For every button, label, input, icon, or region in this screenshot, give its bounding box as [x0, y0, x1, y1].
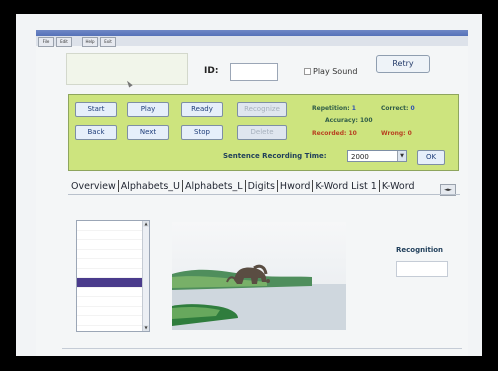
accuracy-value: 100 — [360, 117, 373, 124]
list-item[interactable] — [77, 288, 149, 297]
control-panel: Start Play Ready Recognize Back Next Sto… — [68, 94, 459, 171]
tab-hword[interactable]: Hword — [279, 181, 312, 192]
tab-overview[interactable]: Overview — [70, 181, 117, 192]
ok-button[interactable]: OK — [417, 150, 445, 165]
sentence-recording-time-select[interactable]: 2000 ▼ — [347, 150, 407, 162]
tab-digits[interactable]: Digits — [247, 181, 276, 192]
accuracy-stat: Accuracy: 100 — [325, 117, 373, 124]
tab-k-word[interactable]: K-Word — [381, 181, 416, 192]
tab-alphabets-l[interactable]: Alphabets_L — [184, 181, 244, 192]
tab-divider — [117, 180, 119, 192]
recorded-stat: Recorded: 10 — [312, 130, 357, 137]
play-sound-label: Play Sound — [313, 67, 358, 76]
list-item[interactable] — [77, 240, 149, 250]
list-item[interactable] — [77, 259, 149, 269]
list-item[interactable] — [77, 316, 149, 326]
repetition-value: 1 — [351, 105, 356, 112]
app-window: File Edit Help Exit ID: Play Sound Retry… — [36, 30, 468, 356]
correct-stat: Correct: 0 — [381, 105, 415, 112]
menu-item-file[interactable]: File — [38, 37, 54, 47]
tab-divider — [312, 180, 314, 192]
list-item-selected[interactable] — [77, 278, 149, 288]
list-item[interactable] — [77, 297, 149, 307]
start-button[interactable]: Start — [75, 102, 117, 117]
retry-button[interactable]: Retry — [376, 55, 430, 73]
delete-button[interactable]: Delete — [237, 125, 287, 140]
id-input[interactable] — [230, 63, 278, 81]
wrong-stat: Wrong: 0 — [381, 130, 412, 137]
recognize-button[interactable]: Recognize — [237, 102, 287, 117]
sentence-recording-time-label: Sentence Recording Time: — [223, 152, 327, 160]
scroll-down-icon[interactable]: ▼ — [143, 325, 149, 331]
menu-item-edit[interactable]: Edit — [56, 37, 72, 47]
repetition-stat: Repetition: 1 — [312, 105, 356, 112]
tab-bar: Overview Alphabets_U Alphabets_L Digits … — [70, 178, 416, 194]
play-button[interactable]: Play — [127, 102, 169, 117]
tab-underline — [68, 194, 460, 195]
menu-item-exit[interactable]: Exit — [100, 37, 116, 47]
recorded-label: Recorded: — [312, 130, 347, 137]
list-item[interactable] — [77, 250, 149, 259]
animation-view — [172, 222, 346, 330]
accuracy-label: Accuracy: — [325, 117, 358, 124]
menu-bar: File Edit Help Exit — [36, 36, 468, 47]
menu-item-help[interactable]: Help — [82, 37, 98, 47]
repetition-label: Repetition: — [312, 105, 350, 112]
list-item[interactable] — [77, 269, 149, 278]
divider — [62, 348, 462, 349]
wrong-label: Wrong: — [381, 130, 406, 137]
correct-value: 0 — [410, 105, 415, 112]
tab-divider — [182, 180, 183, 192]
tab-k-word-list-1[interactable]: K-Word List 1 — [314, 181, 377, 192]
tab-divider — [276, 180, 278, 192]
tab-divider — [244, 180, 246, 192]
recorded-value: 10 — [348, 130, 357, 137]
list-item[interactable] — [77, 221, 149, 231]
listbox-scrollbar[interactable]: ▲ ▼ — [142, 221, 149, 331]
checkbox-icon[interactable] — [304, 68, 311, 75]
list-item[interactable] — [77, 326, 149, 332]
play-sound-checkbox[interactable]: Play Sound — [304, 67, 357, 76]
sentence-recording-time-value: 2000 — [351, 153, 369, 161]
tab-divider — [378, 180, 380, 192]
word-listbox[interactable]: ▲ ▼ — [76, 220, 150, 332]
chevron-down-icon[interactable]: ▼ — [397, 151, 406, 161]
correct-label: Correct: — [381, 105, 409, 112]
tab-alphabets-u[interactable]: Alphabets_U — [120, 181, 181, 192]
back-button[interactable]: Back — [75, 125, 117, 140]
list-item[interactable] — [77, 307, 149, 316]
next-button[interactable]: Next — [127, 125, 169, 140]
recognition-label: Recognition — [396, 246, 444, 254]
stop-button[interactable]: Stop — [181, 125, 223, 140]
scene-image — [172, 222, 346, 330]
recognition-output — [396, 261, 448, 277]
scroll-up-icon[interactable]: ▲ — [143, 221, 149, 227]
list-item[interactable] — [77, 231, 149, 240]
ready-button[interactable]: Ready — [181, 102, 223, 117]
wrong-value: 0 — [407, 130, 412, 137]
id-label: ID: — [204, 66, 219, 76]
